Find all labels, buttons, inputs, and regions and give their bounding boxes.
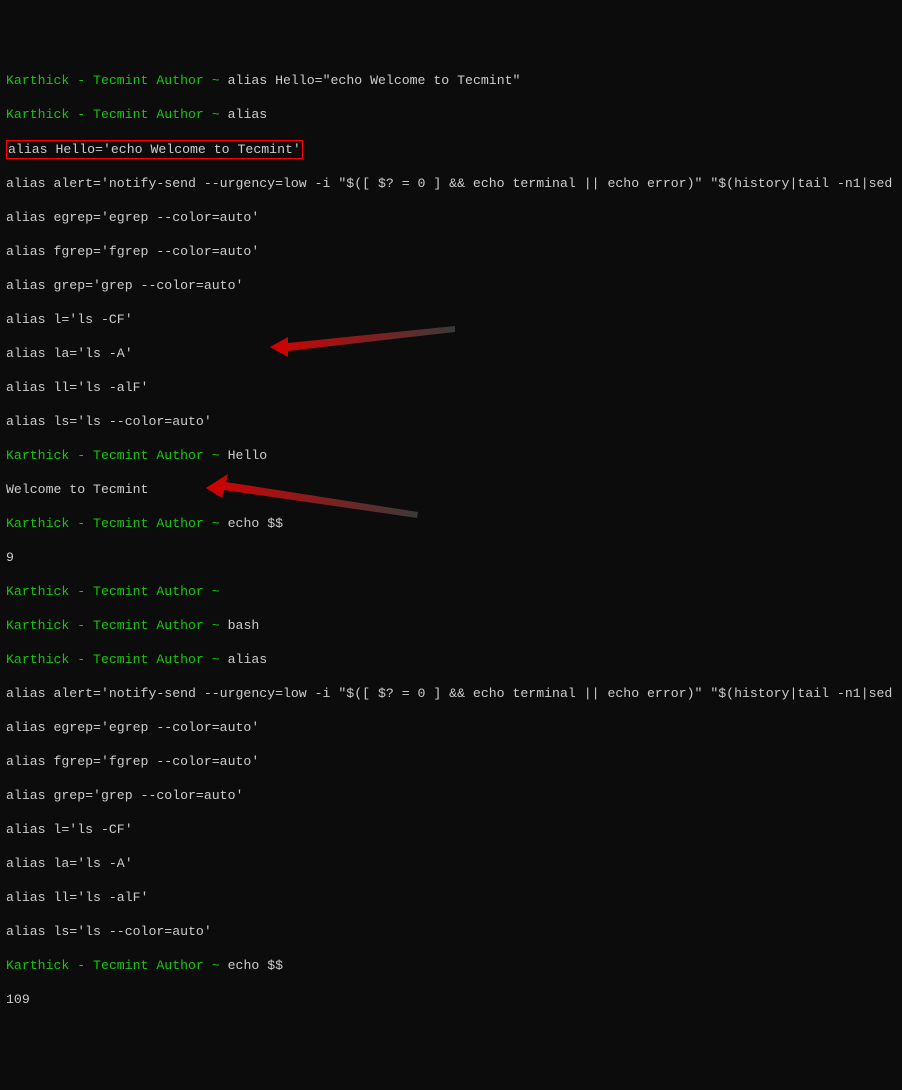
- output-text: alias alert='notify-send --urgency=low -…: [6, 175, 896, 192]
- output-text: 109: [6, 991, 896, 1008]
- prompt: Karthick - Tecmint Author: [6, 958, 204, 973]
- output-text: alias egrep='egrep --color=auto': [6, 719, 896, 736]
- output-text: alias ls='ls --color=auto': [6, 413, 896, 430]
- output-text: alias Hello='echo Welcome to Tecmint': [8, 142, 301, 157]
- output-text: alias fgrep='fgrep --color=auto': [6, 243, 896, 260]
- prompt: Karthick - Tecmint Author: [6, 107, 204, 122]
- command-text: bash: [228, 618, 260, 633]
- terminal-line: Karthick - Tecmint Author ~: [6, 583, 896, 600]
- prompt: Karthick - Tecmint Author: [6, 516, 204, 531]
- annotation-arrow-icon: [270, 283, 460, 384]
- terminal-line: Karthick - Tecmint Author ~ alias Hello=…: [6, 72, 896, 89]
- output-text: alias ll='ls -alF': [6, 379, 896, 396]
- output-text: alias ls='ls --color=auto': [6, 923, 896, 940]
- output-text: alias egrep='egrep --color=auto': [6, 209, 896, 226]
- highlight-box: alias Hello='echo Welcome to Tecmint': [6, 140, 303, 159]
- command-text: alias Hello="echo Welcome to Tecmint": [228, 73, 521, 88]
- command-text: alias: [228, 652, 268, 667]
- output-text: alias la='ls -A': [6, 345, 896, 362]
- command-text: Hello: [228, 448, 268, 463]
- terminal-line: Karthick - Tecmint Author ~ echo $$: [6, 515, 896, 532]
- output-text: alias ll='ls -alF': [6, 889, 896, 906]
- terminal-line: Karthick - Tecmint Author ~ alias: [6, 106, 896, 123]
- output-text: alias grep='grep --color=auto': [6, 277, 896, 294]
- output-text: alias l='ls -CF': [6, 311, 896, 328]
- output-text: alias l='ls -CF': [6, 821, 896, 838]
- command-text: alias: [228, 107, 268, 122]
- terminal-line: alias Hello='echo Welcome to Tecmint': [6, 140, 896, 158]
- terminal-line: Karthick - Tecmint Author ~ Hello: [6, 447, 896, 464]
- prompt: Karthick - Tecmint Author: [6, 73, 204, 88]
- terminal-line: Karthick - Tecmint Author ~ alias: [6, 651, 896, 668]
- terminal-line: Karthick - Tecmint Author ~ echo $$: [6, 957, 896, 974]
- prompt: Karthick - Tecmint Author: [6, 584, 204, 599]
- command-text: echo $$: [228, 516, 283, 531]
- output-text: alias fgrep='fgrep --color=auto': [6, 753, 896, 770]
- output-text: alias la='ls -A': [6, 855, 896, 872]
- output-text: Welcome to Tecmint: [6, 481, 896, 498]
- prompt: Karthick - Tecmint Author: [6, 448, 204, 463]
- command-text: echo $$: [228, 958, 283, 973]
- output-text: 9: [6, 549, 896, 566]
- output-text: alias alert='notify-send --urgency=low -…: [6, 685, 896, 702]
- terminal-line: Karthick - Tecmint Author ~ bash: [6, 617, 896, 634]
- prompt: Karthick - Tecmint Author: [6, 618, 204, 633]
- output-text: alias grep='grep --color=auto': [6, 787, 896, 804]
- prompt: Karthick - Tecmint Author: [6, 652, 204, 667]
